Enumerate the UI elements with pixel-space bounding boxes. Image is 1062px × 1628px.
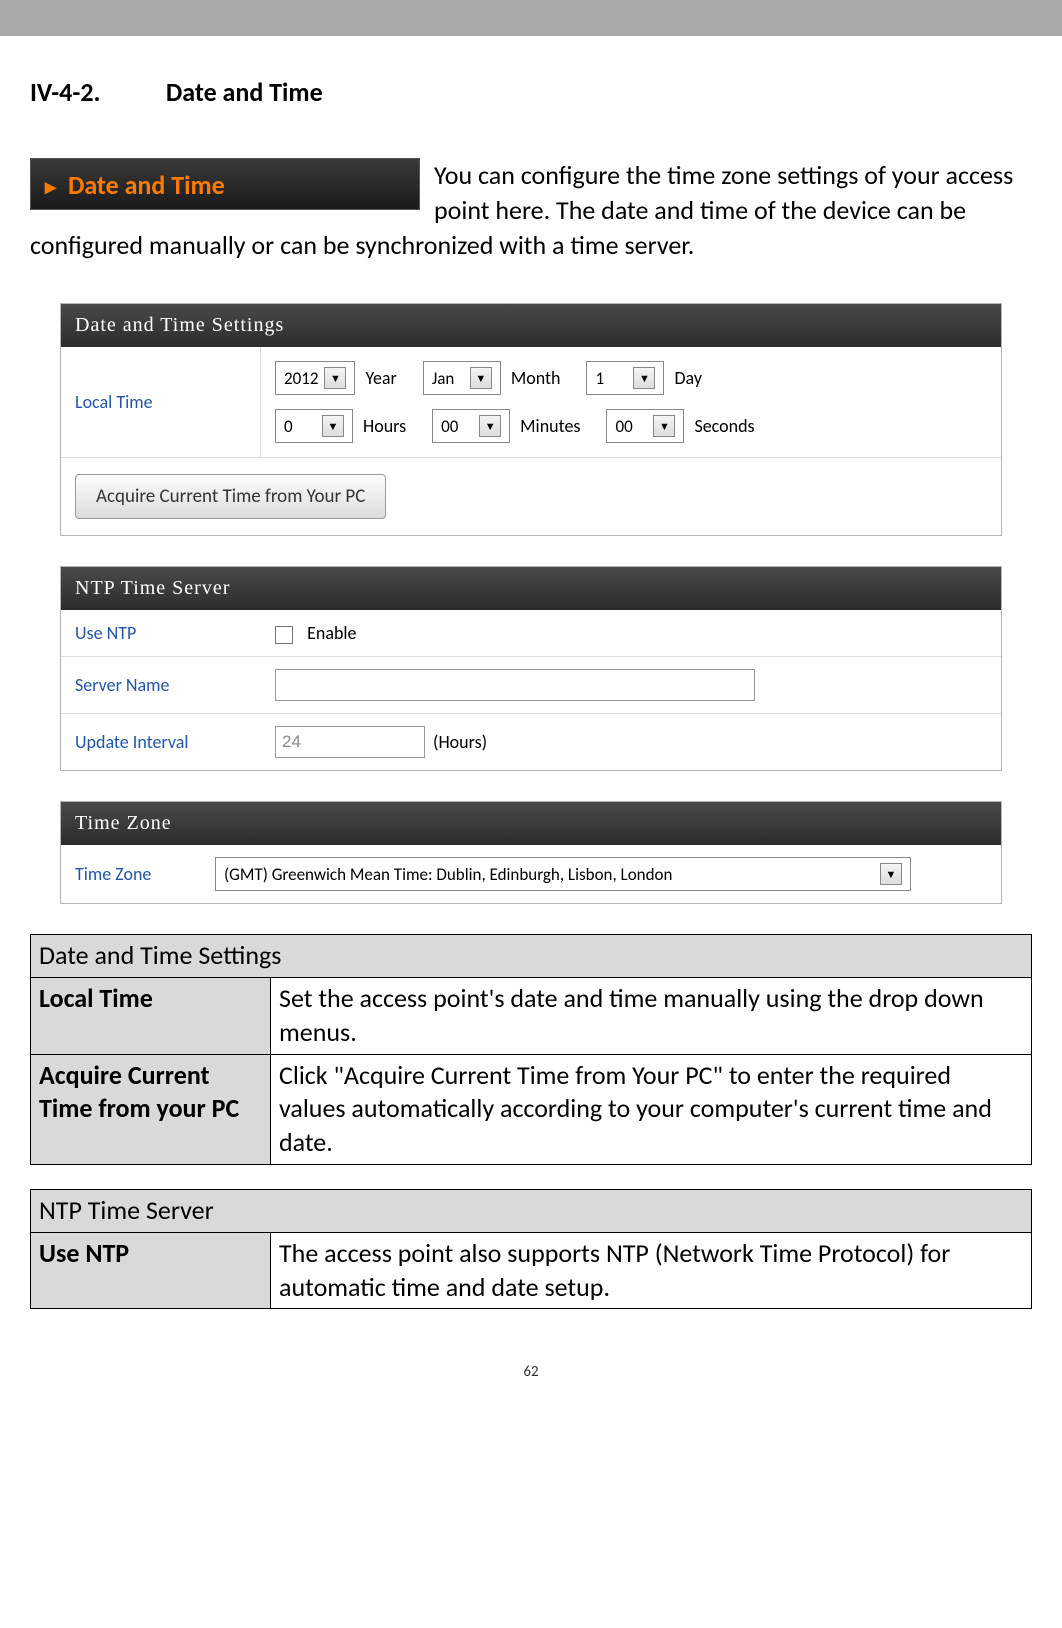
seconds-select[interactable]: 00 ▼ [606, 409, 684, 443]
acquire-time-button[interactable]: Acquire Current Time from Your PC [75, 474, 386, 519]
day-label: Day [674, 367, 702, 389]
seconds-label: Seconds [694, 415, 754, 437]
section-number: IV-4-2. [30, 76, 160, 108]
chevron-down-icon: ▼ [470, 367, 492, 389]
chevron-right-icon: ▸ [45, 173, 56, 200]
server-name-input[interactable] [275, 669, 755, 701]
panel-ntp-server: NTP Time Server Use NTP Enable Server Na… [60, 566, 1002, 771]
year-value: 2012 [284, 368, 318, 389]
day-value: 1 [595, 368, 627, 389]
hours-label: Hours [363, 415, 406, 437]
chevron-down-icon: ▼ [324, 367, 346, 389]
panel-header: Date and Time Settings [61, 304, 1001, 347]
hours-select[interactable]: 0 ▼ [275, 409, 353, 443]
section-heading: IV-4-2. Date and Time [30, 76, 1032, 108]
use-ntp-label: Use NTP [75, 622, 275, 644]
update-interval-input[interactable] [275, 726, 425, 758]
nav-badge-label: Date and Time [68, 169, 225, 201]
defs1-r2-desc: Click "Acquire Current Time from Your PC… [271, 1054, 1032, 1164]
defs1-r1-desc: Set the access point's date and time man… [271, 978, 1032, 1055]
defs2-title: NTP Time Server [31, 1190, 1032, 1233]
seconds-value: 00 [615, 416, 647, 437]
local-time-label: Local Time [61, 347, 261, 457]
panel-time-zone: Time Zone Time Zone (GMT) Greenwich Mean… [60, 801, 1002, 904]
panel-date-time-settings: Date and Time Settings Local Time 2012 ▼… [60, 303, 1002, 536]
minutes-label: Minutes [520, 415, 580, 437]
defs1-r1-label: Local Time [31, 978, 271, 1055]
month-select[interactable]: Jan ▼ [423, 361, 501, 395]
chevron-down-icon: ▼ [880, 863, 902, 885]
server-name-label: Server Name [75, 674, 275, 696]
page-number: 62 [0, 1353, 1062, 1401]
time-zone-value: (GMT) Greenwich Mean Time: Dublin, Edinb… [224, 864, 874, 885]
hours-suffix: (Hours) [433, 731, 487, 753]
day-select[interactable]: 1 ▼ [586, 361, 664, 395]
enable-label: Enable [307, 622, 356, 644]
update-interval-label: Update Interval [75, 731, 275, 753]
defs2-r1-label: Use NTP [31, 1232, 271, 1309]
panel-header: Time Zone [61, 802, 1001, 845]
month-value: Jan [432, 368, 464, 389]
month-label: Month [511, 367, 561, 389]
chevron-down-icon: ▼ [653, 415, 675, 437]
defs2-r1-desc: The access point also supports NTP (Netw… [271, 1232, 1032, 1309]
year-label: Year [365, 367, 396, 389]
hours-value: 0 [284, 416, 316, 437]
time-zone-label: Time Zone [75, 863, 215, 885]
minutes-select[interactable]: 00 ▼ [432, 409, 510, 443]
header-bar [0, 0, 1062, 36]
definitions-table-ntp: NTP Time Server Use NTP The access point… [30, 1189, 1032, 1309]
nav-badge-date-time[interactable]: ▸ Date and Time [30, 158, 420, 210]
time-zone-select[interactable]: (GMT) Greenwich Mean Time: Dublin, Edinb… [215, 857, 911, 891]
definitions-table-datetime: Date and Time Settings Local Time Set th… [30, 934, 1032, 1165]
defs1-r2-label: Acquire Current Time from your PC [31, 1054, 271, 1164]
year-select[interactable]: 2012 ▼ [275, 361, 355, 395]
chevron-down-icon: ▼ [633, 367, 655, 389]
use-ntp-checkbox[interactable] [275, 626, 293, 644]
chevron-down-icon: ▼ [479, 415, 501, 437]
section-title: Date and Time [166, 76, 323, 108]
chevron-down-icon: ▼ [322, 415, 344, 437]
panel-header: NTP Time Server [61, 567, 1001, 610]
defs1-title: Date and Time Settings [31, 935, 1032, 978]
minutes-value: 00 [441, 416, 473, 437]
